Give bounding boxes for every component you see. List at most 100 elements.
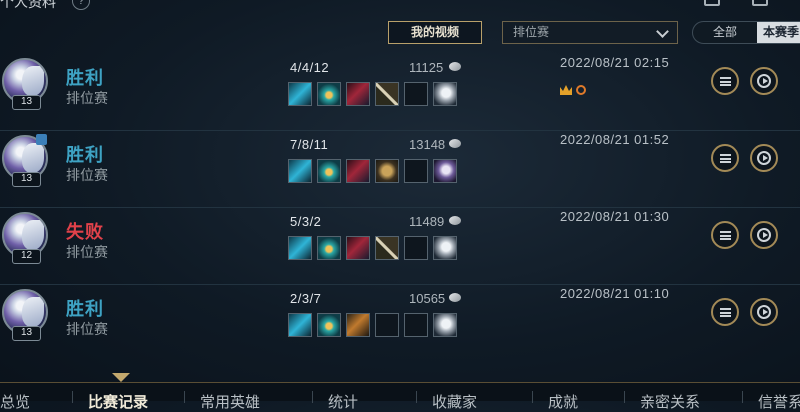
game-mode: 排位赛: [66, 244, 108, 260]
nav-tab[interactable]: 总览: [0, 391, 30, 412]
empty-item-slot[interactable]: [404, 82, 428, 106]
empty-item-slot[interactable]: [375, 313, 399, 337]
crimson-item-icon[interactable]: [346, 159, 370, 183]
gold-coin-icon: [449, 139, 461, 148]
match-result: 胜利: [66, 299, 104, 319]
nav-divider: [742, 391, 743, 403]
spear-item-icon[interactable]: [375, 236, 399, 260]
list-icon: [720, 231, 731, 240]
nav-tab[interactable]: 统计: [328, 391, 358, 412]
match-row[interactable]: 12 失败 排位赛 5/3/2 11489 2022/08/21 01:30: [0, 209, 800, 285]
champion-level: 13: [12, 172, 41, 187]
active-tab-caret: [112, 373, 130, 382]
kda: 5/3/2: [290, 214, 322, 229]
empty-item-slot[interactable]: [404, 236, 428, 260]
match-details-button[interactable]: [711, 144, 739, 172]
match-details-button[interactable]: [711, 67, 739, 95]
match-result: 失败: [66, 222, 104, 242]
match-datetime: 2022/08/21 02:15: [560, 55, 670, 70]
chevron-down-icon: [656, 25, 669, 38]
gold-earned: 13148: [409, 137, 446, 152]
nav-tab[interactable]: 成就: [548, 391, 578, 412]
match-details-button[interactable]: [711, 298, 739, 326]
nav-tab[interactable]: 亲密关系: [640, 391, 700, 412]
replay-button[interactable]: [750, 221, 778, 249]
cyan-item-icon[interactable]: [288, 236, 312, 260]
teal-item-icon[interactable]: [317, 236, 341, 260]
queue-type-select[interactable]: 排位赛: [502, 21, 678, 44]
scope-toggle: 全部 本赛季: [692, 21, 800, 44]
gold-earned: 11125: [409, 60, 444, 75]
replay-button[interactable]: [750, 67, 778, 95]
my-videos-button[interactable]: 我的视频: [388, 21, 482, 44]
gold-earned: 11489: [409, 214, 445, 229]
replay-button[interactable]: [750, 298, 778, 326]
party-badge-icon: [36, 134, 47, 145]
match-row[interactable]: 13 胜利 排位赛 7/8/11 13148 2022/08/21 01:52: [0, 132, 800, 208]
row-divider: [0, 130, 800, 131]
row-divider: [0, 284, 800, 285]
replay-button[interactable]: [750, 144, 778, 172]
gold-coin-icon: [449, 62, 461, 71]
nav-divider: [184, 391, 185, 403]
page-title: 个人资料: [0, 0, 56, 10]
bottom-nav: 总览 比赛记录 常用英雄 统计 收藏家 成就 亲密关系 信誉系: [0, 382, 800, 411]
ward-icon[interactable]: [433, 313, 457, 337]
gold-coin-icon: [449, 293, 461, 302]
list-icon: [720, 154, 731, 163]
ward-icon[interactable]: [433, 82, 457, 106]
list-icon: [720, 308, 731, 317]
nav-divider: [532, 391, 533, 403]
crown-icon: [560, 85, 572, 95]
crimson-item-icon[interactable]: [346, 82, 370, 106]
teal-item-icon[interactable]: [317, 159, 341, 183]
kda: 7/8/11: [290, 137, 329, 152]
spear-item-icon[interactable]: [375, 82, 399, 106]
match-row[interactable]: 13 胜利 排位赛 2/3/7 10565 2022/08/21 01:10: [0, 286, 800, 362]
inbox-icon[interactable]: [704, 0, 720, 6]
champion-level: 13: [12, 326, 41, 341]
orange-item-icon[interactable]: [346, 313, 370, 337]
match-row[interactable]: 13 胜利 排位赛 4/4/12 11125 2022/08/21 02:15: [0, 55, 800, 131]
teal-item-icon[interactable]: [317, 82, 341, 106]
golden-item-icon[interactable]: [375, 159, 399, 183]
nav-tab[interactable]: 信誉系: [758, 391, 800, 412]
gold-coin-icon: [449, 216, 461, 225]
cyan-item-icon[interactable]: [288, 82, 312, 106]
row-divider: [0, 207, 800, 208]
question-icon[interactable]: ?: [72, 0, 90, 10]
game-mode: 排位赛: [66, 321, 108, 337]
match-result: 胜利: [66, 68, 104, 88]
nav-divider: [312, 391, 313, 403]
purple-ward-icon[interactable]: [433, 159, 457, 183]
tab-current-season[interactable]: 本赛季: [757, 22, 800, 43]
nav-tab[interactable]: 收藏家: [432, 391, 477, 412]
nav-divider: [416, 391, 417, 403]
match-result: 胜利: [66, 145, 104, 165]
top-bar: 个人资料 ?: [0, 0, 800, 14]
match-details-button[interactable]: [711, 221, 739, 249]
gold-earned: 10565: [409, 291, 446, 306]
teal-item-icon[interactable]: [317, 313, 341, 337]
kda: 2/3/7: [290, 291, 322, 306]
match-datetime: 2022/08/21 01:30: [560, 209, 670, 224]
cyan-item-icon[interactable]: [288, 159, 312, 183]
queue-type-value: 排位赛: [513, 25, 550, 39]
game-mode: 排位赛: [66, 90, 108, 106]
crimson-item-icon[interactable]: [346, 236, 370, 260]
nav-tab[interactable]: 常用英雄: [200, 391, 260, 412]
ward-icon[interactable]: [433, 236, 457, 260]
medal-icon: [576, 85, 586, 95]
empty-item-slot[interactable]: [404, 159, 428, 183]
chat-icon[interactable]: [752, 0, 768, 6]
kda: 4/4/12: [290, 60, 330, 75]
nav-divider: [72, 391, 73, 403]
game-mode: 排位赛: [66, 167, 108, 183]
champion-level: 13: [12, 95, 41, 110]
cyan-item-icon[interactable]: [288, 313, 312, 337]
empty-item-slot[interactable]: [404, 313, 428, 337]
champion-level: 12: [12, 249, 41, 264]
tab-all[interactable]: 全部: [693, 22, 757, 43]
nav-tab[interactable]: 比赛记录: [88, 391, 148, 412]
match-datetime: 2022/08/21 01:10: [560, 286, 670, 301]
